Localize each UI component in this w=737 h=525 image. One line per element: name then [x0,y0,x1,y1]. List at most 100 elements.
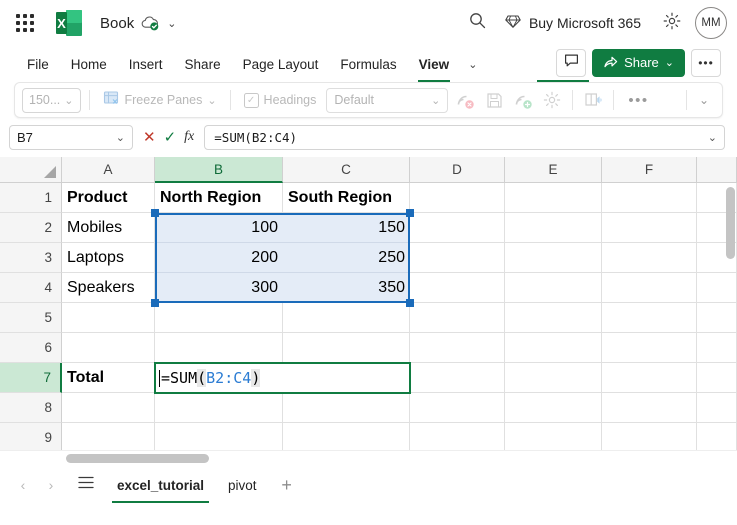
search-button[interactable] [461,6,495,40]
column-header-d[interactable]: D [410,157,505,183]
tab-home[interactable]: Home [60,46,118,82]
comments-button[interactable] [556,48,587,77]
column-header-f[interactable]: F [602,157,697,183]
cell-formula-editor[interactable]: =SUM(B2:C4) [154,362,411,394]
tab-file[interactable]: File [16,46,60,82]
cell-a1[interactable]: Product [62,183,155,213]
name-box[interactable]: B7 ⌄ [9,124,133,150]
column-header-e[interactable]: E [505,157,602,183]
gridline-style-dropdown[interactable]: Default ⌄ [326,87,449,113]
cell-e7[interactable] [505,363,602,393]
cell-c4[interactable]: 350 [283,273,410,303]
tab-share[interactable]: Share [174,46,232,82]
row-header-5[interactable]: 5 [0,303,62,333]
cell-e9[interactable] [505,423,602,450]
cell-d8[interactable] [410,393,505,423]
cell-b5[interactable] [155,303,283,333]
cell-c9[interactable] [283,423,410,450]
ribbon-collapse-chevron-down-icon[interactable]: ⌄ [693,93,715,107]
selection-handle-top-left[interactable] [151,209,159,217]
row-header-6[interactable]: 6 [0,333,62,363]
tab-insert[interactable]: Insert [118,46,174,82]
app-launcher-button[interactable] [8,6,42,40]
buy-microsoft-365-button[interactable]: Buy Microsoft 365 [495,7,651,39]
cell-a5[interactable] [62,303,155,333]
cell-d7[interactable] [410,363,505,393]
row-header-8[interactable]: 8 [0,393,62,423]
cell-b6[interactable] [155,333,283,363]
cell-d1[interactable] [410,183,505,213]
cell-f1[interactable] [602,183,697,213]
selection-handle-top-right[interactable] [406,209,414,217]
immersive-reader-icon[interactable] [581,88,605,112]
cell-f4[interactable] [602,273,697,303]
cell-f7[interactable] [602,363,697,393]
stop-recording-icon[interactable] [453,88,477,112]
ribbon-more-options-button[interactable]: ••• [691,48,721,77]
cell-e6[interactable] [505,333,602,363]
document-title-group[interactable]: Book ⌄ [100,15,176,32]
cell-b9[interactable] [155,423,283,450]
cell-b3[interactable]: 200 [155,243,283,273]
selection-handle-bottom-right[interactable] [406,299,414,307]
cell-b1[interactable]: North Region [155,183,283,213]
row-header-7[interactable]: 7 [0,363,62,393]
cell-f3[interactable] [602,243,697,273]
column-header-a[interactable]: A [62,157,155,183]
sheet-tab-excel-tutorial[interactable]: excel_tutorial [106,470,215,503]
cell-b2[interactable]: 100 [155,213,283,243]
row-header-1[interactable]: 1 [0,183,62,213]
cell-a9[interactable] [62,423,155,450]
cell-f6[interactable] [602,333,697,363]
cell-a7[interactable]: Total [62,363,155,393]
vertical-scrollbar[interactable] [726,185,735,443]
column-header-c[interactable]: C [283,157,410,183]
cell-e2[interactable] [505,213,602,243]
select-all-corner[interactable] [0,157,62,183]
cell-e4[interactable] [505,273,602,303]
cell-a3[interactable]: Laptops [62,243,155,273]
confirm-formula-button[interactable]: ✓ [164,130,177,145]
cell-e8[interactable] [505,393,602,423]
cancel-formula-button[interactable]: ✕ [143,130,156,145]
row-header-9[interactable]: 9 [0,423,62,450]
all-sheets-button[interactable] [72,472,100,498]
cell-d2[interactable] [410,213,505,243]
cell-b8[interactable] [155,393,283,423]
cell-b4[interactable]: 300 [155,273,283,303]
ribbon-overflow-chevron-down-icon[interactable]: ⌄ [460,46,485,82]
avatar[interactable]: MM [695,7,727,39]
cell-d5[interactable] [410,303,505,333]
cell-d9[interactable] [410,423,505,450]
tab-formulas[interactable]: Formulas [329,46,407,82]
sheet-tab-pivot[interactable]: pivot [217,470,268,500]
cell-a4[interactable]: Speakers [62,273,155,303]
save-icon[interactable] [482,88,506,112]
previous-sheet-button[interactable]: ‹ [10,472,36,498]
cell-c8[interactable] [283,393,410,423]
toolbar-overflow-button[interactable]: ••• [622,92,654,109]
headings-checkbox[interactable]: ✓ Headings [239,87,322,114]
formula-input[interactable]: =SUM(B2:C4) ⌄ [204,124,725,150]
column-header-b[interactable]: B [155,157,283,183]
cell-e3[interactable] [505,243,602,273]
cell-e5[interactable] [505,303,602,333]
row-header-4[interactable]: 4 [0,273,62,303]
cell-f9[interactable] [602,423,697,450]
column-header-g[interactable] [697,157,737,183]
cell-d4[interactable] [410,273,505,303]
cell-c1[interactable]: South Region [283,183,410,213]
horizontal-scrollbar-thumb[interactable] [66,454,209,463]
cell-f8[interactable] [602,393,697,423]
tab-view[interactable]: View [408,46,461,82]
cell-c6[interactable] [283,333,410,363]
row-header-2[interactable]: 2 [0,213,62,243]
cell-a8[interactable] [62,393,155,423]
cell-c2[interactable]: 150 [283,213,410,243]
cell-e1[interactable] [505,183,602,213]
tab-page-layout[interactable]: Page Layout [232,46,330,82]
cell-f2[interactable] [602,213,697,243]
cell-a6[interactable] [62,333,155,363]
settings-button[interactable] [655,6,689,40]
add-sheet-button[interactable]: + [274,472,300,498]
